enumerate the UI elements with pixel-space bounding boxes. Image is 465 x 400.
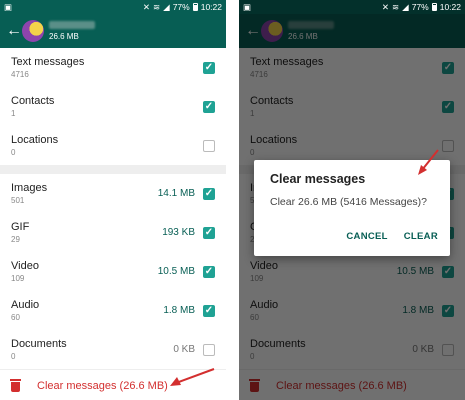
storage-item-row[interactable]: Images501 14.1 MB ✓ [0, 174, 226, 213]
item-count: 29 [11, 234, 20, 244]
storage-item-row[interactable]: Contacts1 ✓ [0, 87, 226, 126]
image-notification-icon: ▣ [4, 1, 13, 12]
clear-messages-label: Clear messages (26.6 MB) [37, 379, 168, 392]
item-size: 1.8 MB [163, 305, 195, 316]
item-label: Video [11, 259, 39, 272]
item-label: Audio [11, 298, 40, 311]
signal-icon: ◢ [163, 1, 170, 12]
clear-messages-dialog: Clear messages Clear 26.6 MB (5416 Messa… [254, 149, 450, 256]
signal-icon: ◢ [402, 1, 409, 12]
trash-icon [10, 379, 21, 392]
app-bar: ← 26.6 MB [0, 14, 226, 48]
item-count: 0 [11, 351, 16, 361]
section-divider [0, 165, 226, 174]
wifi-icon: ≋ [392, 1, 400, 12]
battery-icon [431, 3, 437, 11]
phone-screen-left: ▣ ✕ ≋ ◢ 77% 10:22 ← 26.6 MB Text message… [0, 0, 226, 400]
item-checkbox[interactable]: ✓ [203, 100, 215, 113]
cancel-button[interactable]: CANCEL [346, 231, 387, 242]
clear-button[interactable]: CLEAR [404, 231, 438, 242]
item-label: Images [11, 181, 48, 194]
storage-item-row[interactable]: Video109 10.5 MB ✓ [0, 252, 226, 291]
total-size: 26.6 MB [49, 32, 79, 41]
item-count: 501 [11, 195, 25, 205]
wifi-icon: ≋ [153, 1, 161, 12]
item-checkbox[interactable] [203, 139, 215, 152]
item-label: Text messages [11, 55, 85, 68]
item-count: 4716 [11, 69, 29, 79]
battery-percent: 77% [172, 2, 190, 12]
clock: 10:22 [439, 2, 461, 12]
storage-item-row[interactable]: Text messages4716 ✓ [0, 48, 226, 87]
dialog-title: Clear messages [270, 172, 366, 186]
battery-icon [192, 3, 198, 11]
blurred-contact-name [49, 21, 95, 29]
item-count: 60 [11, 312, 20, 322]
item-size: 14.1 MB [157, 188, 195, 199]
avatar[interactable] [22, 20, 44, 42]
storage-item-row[interactable]: Documents0 0 KB [0, 330, 226, 369]
mute-icon: ✕ [142, 1, 151, 12]
storage-item-row[interactable]: GIF29 193 KB ✓ [0, 213, 226, 252]
item-checkbox[interactable]: ✓ [203, 304, 215, 317]
status-bar: ▣ ✕ ≋ ◢ 77% 10:22 [0, 0, 226, 14]
storage-item-row[interactable]: Audio60 1.8 MB ✓ [0, 291, 226, 330]
item-label: Documents [11, 337, 67, 350]
phone-screen-right: ▣ ✕ ≋ ◢ 77% 10:22 ← 26.6 MB Text message… [239, 0, 465, 400]
status-bar: ▣ ✕ ≋ ◢ 77% 10:22 [239, 0, 465, 14]
item-label: Locations [11, 133, 59, 146]
item-label: GIF [11, 220, 30, 233]
storage-item-list: Text messages4716✓Contacts1✓Locations0Im… [0, 48, 226, 400]
item-size: 0 KB [173, 344, 195, 355]
item-count: 1 [11, 108, 16, 118]
item-count: 0 [11, 147, 16, 157]
battery-percent: 77% [411, 2, 429, 12]
item-label: Contacts [11, 94, 55, 107]
annotation-arrow [418, 149, 439, 175]
item-size: 10.5 MB [157, 266, 195, 277]
clock: 10:22 [200, 2, 222, 12]
storage-item-row[interactable]: Locations0 [0, 126, 226, 165]
annotation-arrow [170, 368, 215, 386]
dialog-message: Clear 26.6 MB (5416 Messages)? [270, 196, 427, 208]
item-size: 193 KB [162, 227, 195, 238]
back-arrow-icon[interactable]: ← [6, 22, 22, 40]
item-checkbox[interactable]: ✓ [203, 226, 215, 239]
item-checkbox[interactable]: ✓ [203, 187, 215, 200]
item-checkbox[interactable] [203, 343, 215, 356]
mute-icon: ✕ [381, 1, 390, 12]
image-notification-icon: ▣ [243, 1, 252, 12]
item-checkbox[interactable]: ✓ [203, 61, 215, 74]
item-count: 109 [11, 273, 25, 283]
item-checkbox[interactable]: ✓ [203, 265, 215, 278]
